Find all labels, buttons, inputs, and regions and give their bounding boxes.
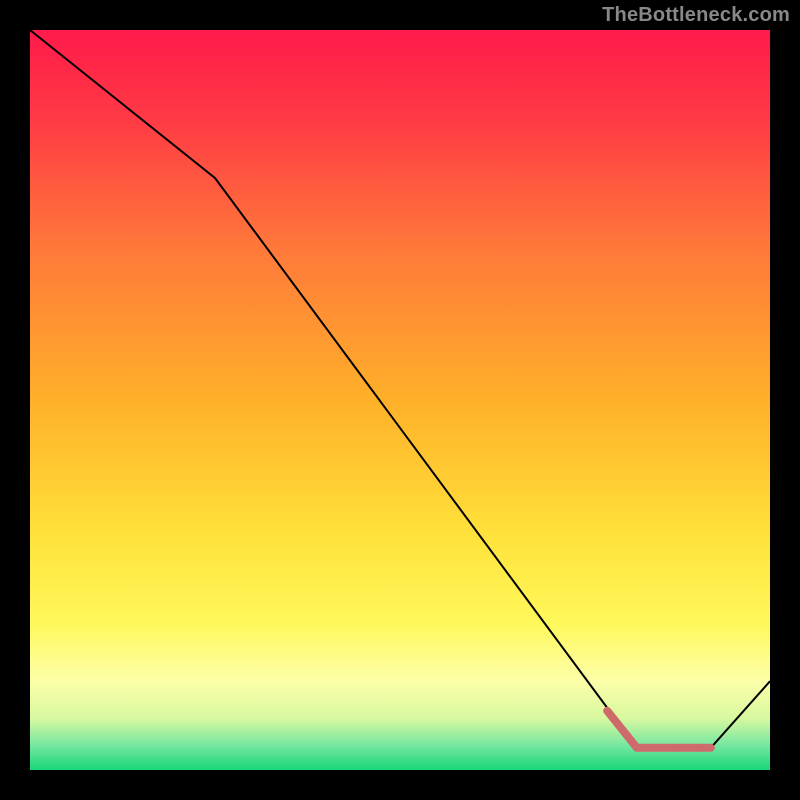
watermark-label: TheBottleneck.com bbox=[602, 4, 790, 27]
highlight-dot bbox=[678, 744, 685, 751]
chart-stage: TheBottleneck.com bbox=[0, 0, 800, 800]
bottleneck-chart bbox=[30, 30, 770, 770]
highlight-dot bbox=[656, 744, 663, 751]
gradient-background bbox=[30, 30, 770, 770]
highlight-dot bbox=[700, 744, 707, 751]
plot-area bbox=[30, 30, 770, 770]
